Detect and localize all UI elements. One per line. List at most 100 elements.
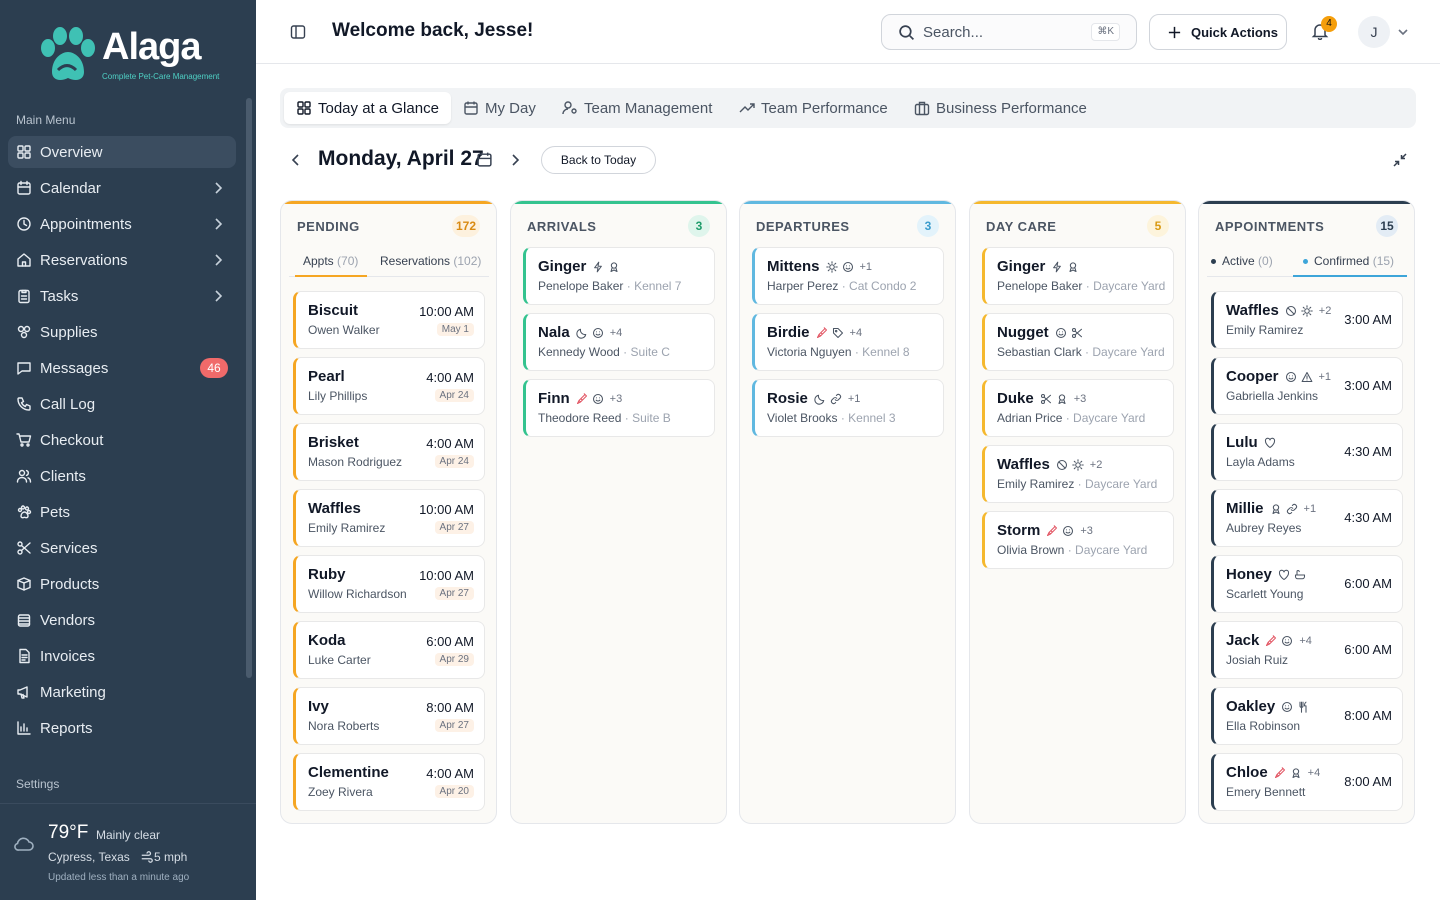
- sidebar-item-vendors[interactable]: Vendors: [8, 604, 236, 636]
- chevron-left-icon[interactable]: [288, 152, 304, 168]
- tab-label: Team Management: [584, 99, 713, 117]
- phone-icon: [17, 397, 31, 411]
- ban-icon: [1056, 459, 1067, 470]
- owner-name: Emily Ramirez: [308, 521, 386, 535]
- chevron-down-icon[interactable]: [1396, 25, 1410, 39]
- calendar-icon: [464, 101, 478, 115]
- chevron-right-icon: [215, 182, 223, 194]
- pet-card[interactable]: Nugget Sebastian Clark · Daycare Yard: [982, 313, 1174, 371]
- owner-row: Aubrey Reyes: [1226, 521, 1301, 535]
- tab-business-performance[interactable]: Business Performance: [902, 92, 1099, 124]
- more-flags-count: +1: [1318, 370, 1332, 383]
- appointment-card[interactable]: Cooper +1 Gabriella Jenkins 3:00 AM: [1211, 357, 1403, 415]
- appointment-date: Apr 29: [434, 653, 474, 666]
- appointment-card[interactable]: Biscuit Owen Walker 10:00 AM May 1: [293, 291, 485, 349]
- sidebar-item-label: Vendors: [40, 611, 96, 629]
- more-flags-count: +2: [1318, 304, 1332, 317]
- pet-card[interactable]: Ginger Penelope Baker · Daycare Yard: [982, 247, 1174, 305]
- sidebar-item-tasks[interactable]: Tasks: [8, 280, 236, 312]
- search-input[interactable]: Search... ⌘K: [881, 14, 1137, 50]
- appointment-card[interactable]: Oakley Ella Robinson 8:00 AM: [1211, 687, 1403, 745]
- tab-today-at-a-glance[interactable]: Today at a Glance: [284, 92, 451, 124]
- sidebar-item-marketing[interactable]: Marketing: [8, 676, 236, 708]
- sidebar-toggle-icon[interactable]: [290, 24, 306, 40]
- trending-up-icon: [739, 103, 755, 113]
- pet-name: Mittens: [767, 258, 820, 275]
- pet-card[interactable]: Birdie +4 Victoria Nguyen · Kennel 8: [752, 313, 944, 371]
- pet-name: Biscuit: [308, 302, 359, 319]
- appointment-card[interactable]: Millie +1 Aubrey Reyes 4:30 AM: [1211, 489, 1403, 547]
- sidebar-item-pets[interactable]: Pets: [8, 496, 236, 528]
- owner-row: Harper Perez · Cat Condo 2: [767, 279, 916, 293]
- brand-logo[interactable]: Alaga Complete Pet-Care Management: [36, 24, 226, 88]
- boxes-icon: [17, 325, 31, 339]
- location-separator: ·: [1074, 477, 1086, 491]
- pet-card[interactable]: Nala +4 Kennedy Wood · Suite C: [523, 313, 715, 371]
- sidebar-item-call-log[interactable]: Call Log: [8, 388, 236, 420]
- pet-card[interactable]: Ginger Penelope Baker · Kennel 7: [523, 247, 715, 305]
- clipboard-icon: [18, 289, 30, 304]
- quick-actions-button[interactable]: Quick Actions: [1149, 14, 1287, 50]
- appointment-card[interactable]: Honey Scarlett Young 6:00 AM: [1211, 555, 1403, 613]
- appointment-time: 4:00 AM: [426, 436, 474, 451]
- subtab-active[interactable]: Active (0): [1211, 249, 1273, 277]
- subtab-appts[interactable]: Appts (70): [295, 249, 367, 277]
- pet-card[interactable]: Waffles +2 Emily Ramirez · Daycare Yard: [982, 445, 1174, 503]
- chevron-right-icon[interactable]: [507, 152, 523, 168]
- tab-my-day[interactable]: My Day: [451, 92, 548, 124]
- pet-name-row: Biscuit: [308, 302, 358, 319]
- appointment-card[interactable]: Jack +4 Josiah Ruiz 6:00 AM: [1211, 621, 1403, 679]
- sidebar-item-products[interactable]: Products: [8, 568, 236, 600]
- back-to-today-button[interactable]: Back to Today: [541, 146, 656, 174]
- search-placeholder: Search...: [923, 24, 984, 41]
- pet-card[interactable]: Rosie +1 Violet Brooks · Kennel 3: [752, 379, 944, 437]
- daycare-column: DAY CARE 5 Ginger Penelope Baker · Daycar…: [969, 200, 1186, 824]
- appointment-date: Apr 27: [434, 521, 474, 534]
- appointment-card[interactable]: Lulu Layla Adams 4:30 AM: [1211, 423, 1403, 481]
- calendar-icon[interactable]: [476, 151, 493, 168]
- appointment-card[interactable]: Koda Luke Carter 6:00 AM Apr 29: [293, 621, 485, 679]
- tab-team-management[interactable]: Team Management: [550, 92, 724, 124]
- appointment-card[interactable]: Chloe +4 Emery Bennett 8:00 AM: [1211, 753, 1403, 811]
- appointment-card[interactable]: Clementine Zoey Rivera 4:00 AM Apr 20: [293, 753, 485, 811]
- sidebar-item-checkout[interactable]: Checkout: [8, 424, 236, 456]
- pet-name-row: Clementine: [308, 764, 389, 781]
- sidebar-item-reservations[interactable]: Reservations: [8, 244, 236, 276]
- pet-name: Nala: [538, 324, 570, 341]
- appointment-card[interactable]: Brisket Mason Rodriguez 4:00 AM Apr 24: [293, 423, 485, 481]
- appointment-card[interactable]: Ivy Nora Roberts 8:00 AM Apr 27: [293, 687, 485, 745]
- sidebar-item-services[interactable]: Services: [8, 532, 236, 564]
- appointment-card[interactable]: Pearl Lily Phillips 4:00 AM Apr 24: [293, 357, 485, 415]
- sidebar-item-overview[interactable]: Overview: [8, 136, 236, 168]
- pet-card[interactable]: Finn +3 Theodore Reed · Suite B: [523, 379, 715, 437]
- grid-icon-wrap: [16, 144, 32, 160]
- sidebar-item-clients[interactable]: Clients: [8, 460, 236, 492]
- minimize-icon[interactable]: [1392, 152, 1408, 168]
- pet-card[interactable]: Mittens +1 Harper Perez · Cat Condo 2: [752, 247, 944, 305]
- location-separator: ·: [851, 345, 863, 359]
- pet-card[interactable]: Storm +3 Olivia Brown · Daycare Yard: [982, 511, 1174, 569]
- sidebar-item-calendar[interactable]: Calendar: [8, 172, 236, 204]
- weather-location: Cypress, Texas: [48, 850, 130, 864]
- appointment-card[interactable]: Waffles +2 Emily Ramirez 3:00 AM: [1211, 291, 1403, 349]
- appointment-card[interactable]: Ruby Willow Richardson 10:00 AM Apr 27: [293, 555, 485, 613]
- sidebar-item-supplies[interactable]: Supplies: [8, 316, 236, 348]
- tab-team-performance[interactable]: Team Performance: [727, 92, 900, 124]
- owner-row: Olivia Brown · Daycare Yard: [997, 543, 1147, 557]
- sidebar-item-reports[interactable]: Reports: [8, 712, 236, 744]
- subtab-confirmed[interactable]: Confirmed (15): [1293, 249, 1407, 277]
- sidebar-item-label: Services: [40, 539, 98, 557]
- subtab-reservations[interactable]: Reservations (102): [380, 249, 481, 277]
- sidebar-item-messages[interactable]: Messages 46: [8, 352, 236, 384]
- pet-name: Honey: [1226, 566, 1272, 583]
- pet-name: Ginger: [538, 258, 587, 275]
- sidebar-item-invoices[interactable]: Invoices: [8, 640, 236, 672]
- sidebar-item-appointments[interactable]: Appointments: [8, 208, 236, 240]
- appointment-date: Apr 20: [434, 785, 474, 798]
- pet-flags: [1051, 261, 1079, 273]
- pet-card[interactable]: Duke +3 Adrian Price · Daycare Yard: [982, 379, 1174, 437]
- unread-badge: 46: [200, 358, 228, 378]
- user-avatar[interactable]: J: [1358, 16, 1390, 48]
- appointment-card[interactable]: Waffles Emily Ramirez 10:00 AM Apr 27: [293, 489, 485, 547]
- sidebar-scrollbar[interactable]: [246, 98, 252, 678]
